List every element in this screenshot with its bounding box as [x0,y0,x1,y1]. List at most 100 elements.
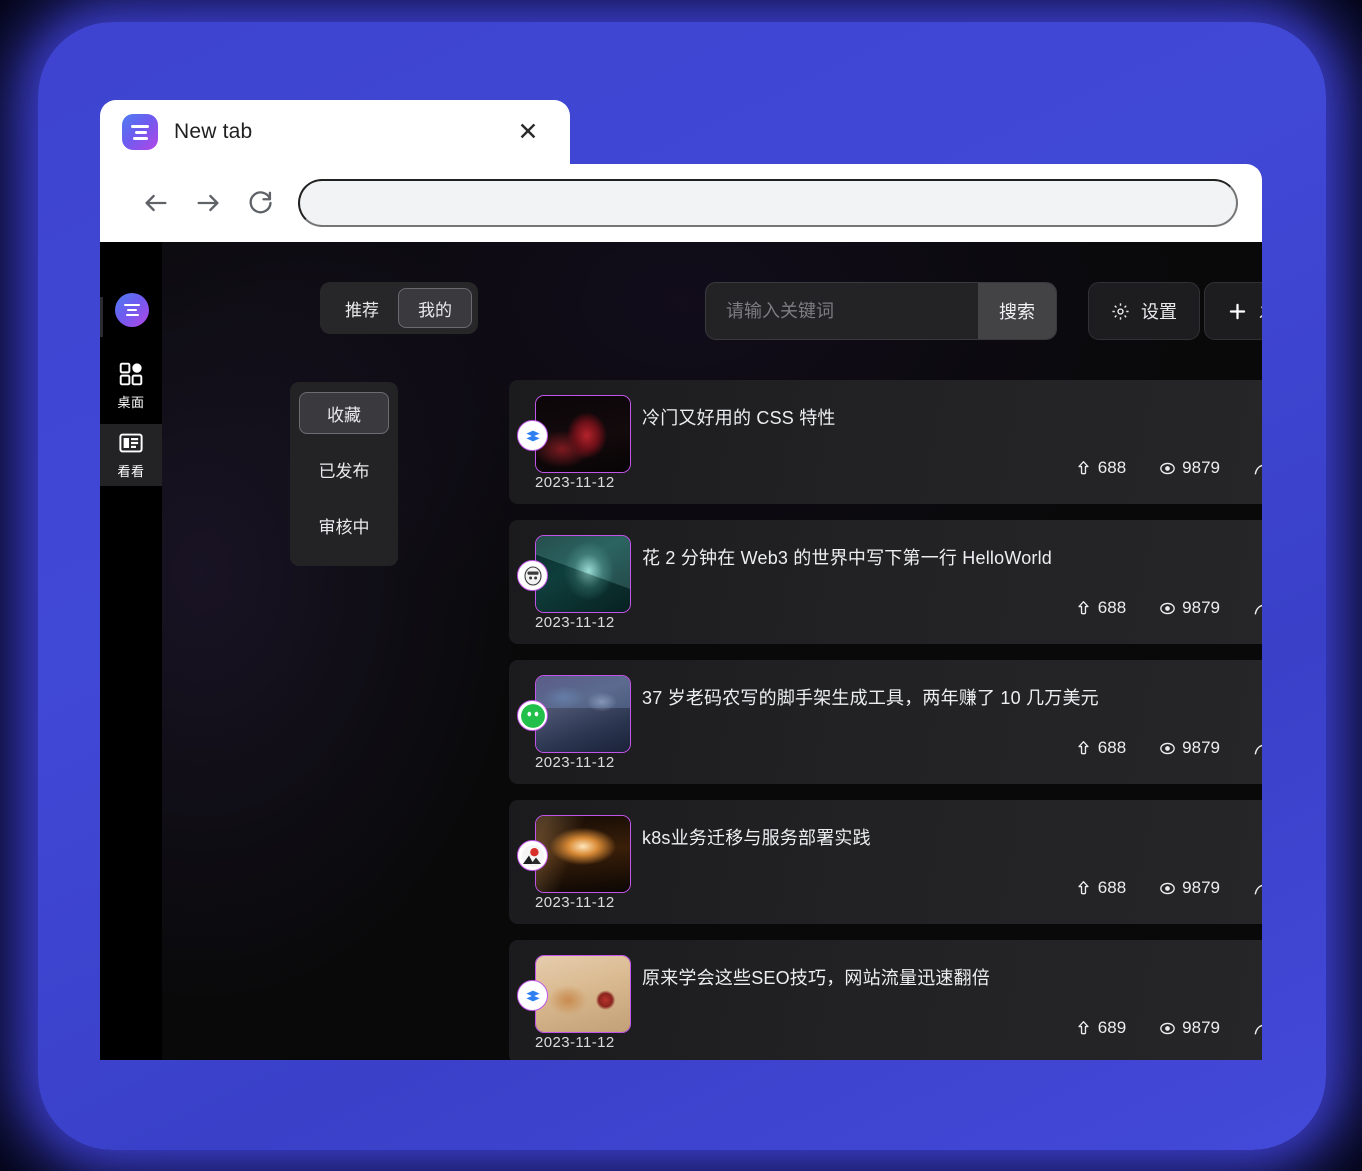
page-viewport: 桌面 看看 推荐 我的 请输入关键词 搜索 设置 收藏 已发布 审核中 冷门又好… [100,242,1262,1060]
article-date: 2023-11-12 [535,474,615,491]
share-button[interactable] [1252,1018,1262,1038]
like-count: 688 [1097,878,1127,897]
publish-button[interactable]: 发布 [1204,282,1262,340]
ghost-avatar-icon [517,560,548,591]
article-date: 2023-11-12 [535,614,615,631]
eye-target-icon [1158,599,1177,618]
sidebar-item-desktop[interactable]: 桌面 [100,355,162,417]
settings-button[interactable]: 设置 [1088,282,1200,340]
share-button[interactable] [1252,878,1262,898]
like-stat[interactable]: 688 [1074,458,1126,478]
like-stat[interactable]: 688 [1074,738,1126,758]
up-arrow-icon [1074,1019,1093,1038]
like-count: 688 [1097,598,1127,617]
up-arrow-icon [1074,459,1093,478]
screenshot-stage: New tab ✕ 桌面 看看 推荐 我的 请输入关键词 搜索 设置 收藏 已发… [0,0,1362,1171]
app-content-surface: 推荐 我的 搜索 设置 [162,242,1262,1060]
article-thumbnail [535,815,631,893]
layers-chevron-icon [517,980,548,1011]
favicon-icon [122,114,158,150]
article-stats: 688 9879 [1074,878,1262,898]
back-arrow-icon[interactable] [130,177,182,229]
share-arrow-icon [1252,1018,1262,1038]
view-stat: 9879 [1158,1018,1220,1038]
article-title: 37 岁老码农写的脚手架生成工具，两年赚了 10 几万美元 [642,688,1099,708]
filter-published[interactable]: 已发布 [299,448,389,490]
article-stats: 688 9879 [1074,738,1262,758]
publish-label: 发布 [1259,298,1262,324]
article-thumbnail [535,395,631,473]
view-count: 9879 [1182,878,1220,897]
share-arrow-icon [1252,458,1262,478]
like-stat[interactable]: 688 [1074,878,1126,898]
article-title: k8s业务迁移与服务部署实践 [642,828,871,848]
reload-icon[interactable] [234,177,286,229]
article-card[interactable]: 37 岁老码农写的脚手架生成工具，两年赚了 10 几万美元 2023-11-12 6… [509,660,1262,784]
article-card[interactable]: k8s业务迁移与服务部署实践 2023-11-12 688 9879 [509,800,1262,924]
grid-apps-icon [118,361,144,387]
view-stat: 9879 [1158,738,1220,758]
eye-target-icon [1158,739,1177,758]
view-count: 9879 [1182,1018,1220,1037]
share-button[interactable] [1252,458,1262,478]
eye-target-icon [1158,459,1177,478]
address-bar-input[interactable] [298,179,1238,227]
app-left-rail: 桌面 看看 [100,242,162,1060]
up-arrow-icon [1074,739,1093,758]
share-button[interactable] [1252,598,1262,618]
article-card[interactable]: 原来学会这些SEO技巧，网站流量迅速翻倍 2023-11-12 689 9879 [509,940,1262,1060]
article-title: 花 2 分钟在 Web3 的世界中写下第一行 HelloWorld [642,548,1053,568]
forward-arrow-icon[interactable] [182,177,234,229]
like-count: 688 [1097,458,1127,477]
panel-layout-icon [118,430,144,456]
search-input[interactable] [706,283,978,339]
eye-target-icon [1158,879,1177,898]
article-date: 2023-11-12 [535,1034,615,1051]
like-count: 689 [1097,1018,1127,1037]
article-thumbnail [535,535,631,613]
article-date: 2023-11-12 [535,894,615,911]
browser-window: New tab ✕ 桌面 看看 推荐 我的 请输入关键词 搜索 设置 收藏 已发… [100,100,1262,1060]
view-stat: 9879 [1158,878,1220,898]
sidebar-item-label: 看看 [117,464,145,479]
article-stats: 688 9879 [1074,598,1262,618]
sidebar-item-browse[interactable]: 看看 [100,424,162,486]
filter-favorites[interactable]: 收藏 [299,392,389,434]
view-stat: 9879 [1158,598,1220,618]
share-arrow-icon [1252,598,1262,618]
like-stat[interactable]: 689 [1074,1018,1126,1038]
share-button[interactable] [1252,738,1262,758]
article-list: 冷门又好用的 CSS 特性 2023-11-12 688 9879 花 2 分钟在 We… [509,380,1262,1060]
like-stat[interactable]: 688 [1074,598,1126,618]
app-logo-icon [115,293,149,327]
gear-icon [1111,302,1130,321]
browser-tabstrip: New tab ✕ [100,100,1262,164]
layers-chevron-icon [517,420,548,451]
eye-target-icon [1158,1019,1177,1038]
article-thumbnail [535,955,631,1033]
settings-label: 设置 [1141,302,1177,322]
view-count: 9879 [1182,738,1220,757]
share-arrow-icon [1252,878,1262,898]
filter-reviewing[interactable]: 审核中 [299,504,389,546]
tab-mine[interactable]: 我的 [398,288,472,328]
mountain-avatar-icon [517,840,548,871]
article-title: 冷门又好用的 CSS 特性 [642,408,836,428]
search-box: 搜索 [705,282,1057,340]
close-icon[interactable]: ✕ [514,118,542,146]
sidebar-item-label: 桌面 [117,395,145,410]
browser-tab[interactable]: New tab ✕ [100,100,570,164]
article-card[interactable]: 花 2 分钟在 Web3 的世界中写下第一行 HelloWorld 2023-11… [509,520,1262,644]
view-count: 9879 [1182,458,1220,477]
plus-icon [1227,301,1248,322]
browser-toolbar [100,164,1262,242]
feed-tab-group: 推荐 我的 [320,282,478,334]
article-stats: 689 9879 [1074,1018,1262,1038]
green-smiley-icon [517,700,548,731]
article-date: 2023-11-12 [535,754,615,771]
search-button[interactable]: 搜索 [978,283,1056,339]
article-card[interactable]: 冷门又好用的 CSS 特性 2023-11-12 688 9879 [509,380,1262,504]
filter-panel: 收藏 已发布 审核中 [290,382,398,566]
up-arrow-icon [1074,879,1093,898]
tab-recommend[interactable]: 推荐 [326,288,398,328]
